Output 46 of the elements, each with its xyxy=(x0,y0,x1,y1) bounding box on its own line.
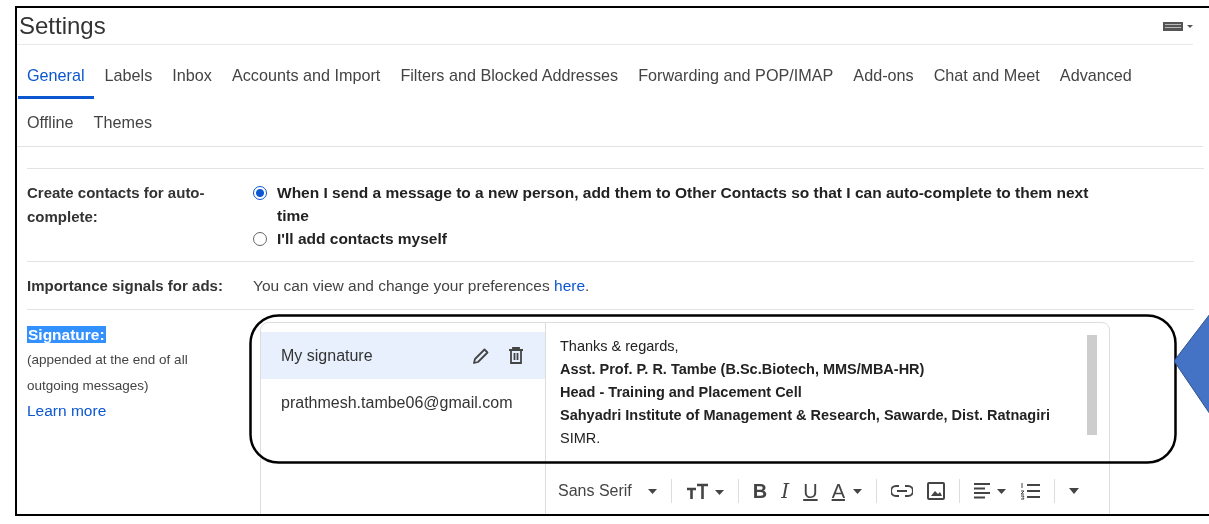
settings-tab[interactable]: Themes xyxy=(84,99,161,146)
keyboard-icon[interactable] xyxy=(1163,20,1193,32)
setting-label: Create contacts for auto-complete: xyxy=(27,183,206,227)
bold-button[interactable]: B xyxy=(752,479,768,503)
signature-line: Thanks & regards, xyxy=(560,337,680,356)
italic-button[interactable]: I xyxy=(781,479,790,503)
signature-line: Sahyadri Institute of Management & Research, Sawarde, Dist. Ratnagiri xyxy=(560,406,1051,425)
signature-item[interactable]: My signature xyxy=(261,332,545,379)
settings-tab[interactable]: General xyxy=(18,52,94,99)
signature-label: Signature: xyxy=(27,326,106,343)
setting-label: Importance signals for ads: xyxy=(27,276,224,296)
settings-tab[interactable]: Labels xyxy=(95,52,162,99)
settings-tab[interactable]: Add-ons xyxy=(844,52,923,99)
signature-line: Head - Training and Placement Cell xyxy=(560,383,803,402)
signature-line: SIMR. xyxy=(560,429,602,448)
text-size-icon[interactable] xyxy=(685,482,724,500)
caret-icon xyxy=(852,488,862,494)
page-title: Settings xyxy=(19,12,106,40)
signature-item[interactable]: prathmesh.tambe06@gmail.com xyxy=(261,379,545,426)
option-label: When I send a message to a new person, add them to Other Contacts so that I can auto-complete to them next time xyxy=(277,183,1090,226)
image-icon[interactable] xyxy=(926,482,945,500)
more-caret-icon[interactable] xyxy=(1068,488,1079,494)
settings-tab[interactable]: Inbox xyxy=(163,52,221,99)
here-link[interactable]: here xyxy=(554,277,586,294)
settings-tab[interactable]: Offline xyxy=(18,99,83,146)
text-color-button[interactable]: A xyxy=(831,479,862,503)
signature-line: Asst. Prof. P. R. Tambe (B.Sc.Biotech, MMS/MBA-HR) xyxy=(560,360,926,379)
learn-more-link[interactable]: Learn more xyxy=(27,399,107,423)
settings-tab[interactable]: Chat and Meet xyxy=(924,52,1049,99)
preference-text: You can view and change your preferences here. xyxy=(253,276,591,296)
signature-editor[interactable]: Thanks & regards, Asst. Prof. P. R. Tambe (B.Sc.Biotech, MMS/MBA-HR) Head - Training and Placement Cell Sahyadri Institute of Management & Research, Sawarde, Dist. Ratnagiri SIMR. xyxy=(546,323,1109,463)
trash-icon[interactable] xyxy=(507,345,525,366)
numbered-list-icon[interactable] xyxy=(1019,482,1040,500)
settings-tab[interactable]: Forwarding and POP/IMAP xyxy=(629,52,843,99)
align-icon[interactable] xyxy=(973,483,1006,499)
signature-note: (appended at the end of all outgoing messages) xyxy=(27,351,189,395)
settings-tab[interactable]: Accounts and Import xyxy=(222,52,390,99)
link-icon[interactable] xyxy=(890,485,913,497)
option-label: I'll add contacts myself xyxy=(277,229,447,249)
scrollbar[interactable] xyxy=(1087,335,1097,435)
caret-icon xyxy=(647,488,657,494)
underline-button[interactable]: U xyxy=(803,479,818,503)
radio-button[interactable] xyxy=(253,186,267,200)
font-dropdown[interactable]: Sans Serif xyxy=(558,482,657,500)
settings-tab[interactable]: Advanced xyxy=(1050,52,1141,99)
settings-tab[interactable]: Filters and Blocked Addresses xyxy=(391,52,628,99)
